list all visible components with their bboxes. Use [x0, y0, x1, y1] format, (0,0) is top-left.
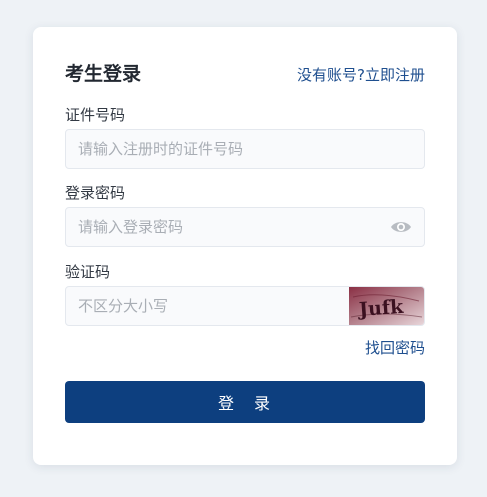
page-title: 考生登录 [65, 63, 142, 85]
password-input[interactable] [66, 208, 388, 246]
captcha-image[interactable]: Jufk [349, 287, 424, 325]
eye-icon[interactable] [388, 214, 414, 240]
id-number-label: 证件号码 [65, 106, 126, 124]
register-link[interactable]: 没有账号?立即注册 [297, 65, 425, 85]
captcha-input[interactable] [66, 287, 349, 325]
login-button[interactable]: 登 录 [65, 381, 425, 423]
captcha-field: Jufk [65, 286, 425, 326]
password-label: 登录密码 [65, 184, 126, 202]
card-header: 考生登录 没有账号?立即注册 [65, 62, 425, 86]
login-card: 考生登录 没有账号?立即注册 证件号码 登录密码 验证码 [33, 27, 457, 465]
captcha-text: Jufk [356, 296, 404, 321]
captcha-label: 验证码 [65, 263, 111, 281]
password-field [65, 207, 425, 247]
id-number-input[interactable] [66, 130, 424, 168]
forgot-password-link[interactable]: 找回密码 [365, 338, 425, 358]
id-number-field [65, 129, 425, 169]
